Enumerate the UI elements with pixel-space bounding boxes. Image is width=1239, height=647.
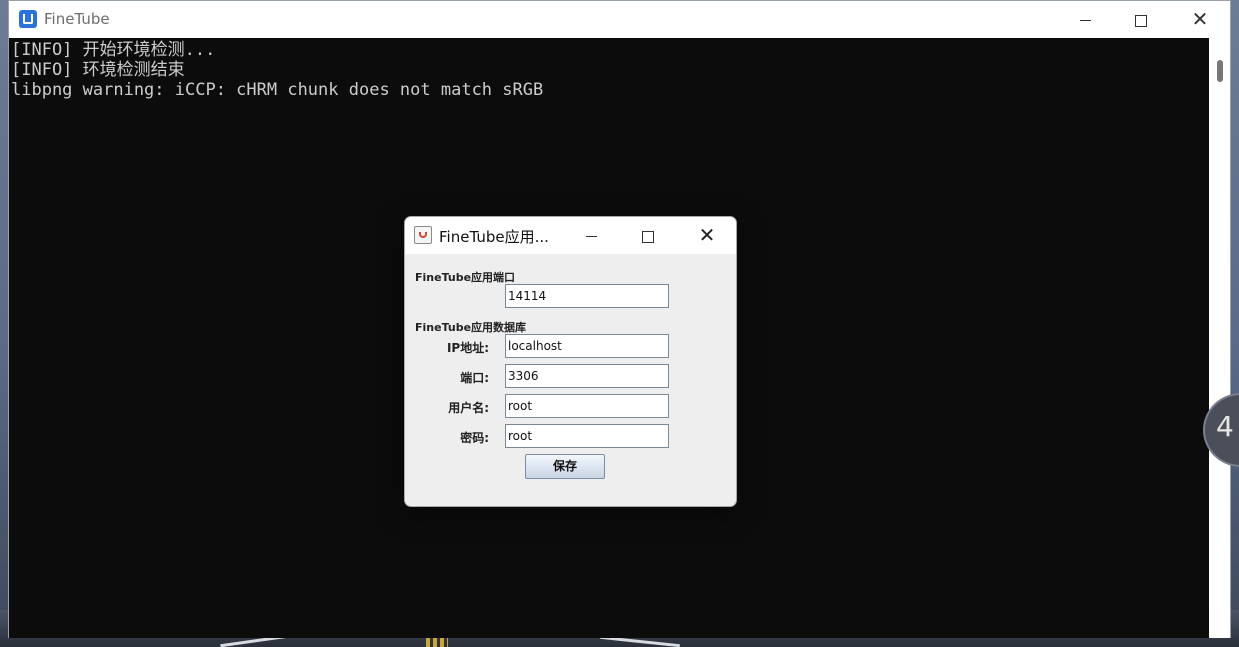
maximize-icon <box>642 230 654 243</box>
console-line: [INFO] 环境检测结束 <box>11 60 185 80</box>
save-button[interactable]: 保存 <box>525 454 605 479</box>
password-label: 密码: <box>460 431 489 445</box>
scroll-thumb[interactable] <box>1217 60 1223 82</box>
dialog-close-button[interactable]: ✕ <box>681 217 733 254</box>
ip-label: IP地址: <box>446 341 489 355</box>
console-line: [INFO] 开始环境检测... <box>11 40 216 60</box>
dialog-title: FineTube应用... <box>439 228 549 246</box>
dialog-titlebar[interactable]: FineTube应用... ✕ <box>405 217 736 254</box>
maximize-button[interactable] <box>1112 1 1170 38</box>
config-dialog: FineTube应用... ✕ FineTube应用端口 FineTube应用数… <box>404 216 737 507</box>
java-icon <box>414 226 432 244</box>
app-port-section-label: FineTube应用端口 <box>415 271 516 284</box>
database-section-label: FineTube应用数据库 <box>415 321 527 334</box>
maximize-icon <box>1135 14 1147 27</box>
console-scrollbar[interactable] <box>1209 38 1230 638</box>
close-icon: ✕ <box>698 223 716 247</box>
minimize-icon <box>585 236 597 237</box>
db-port-input[interactable] <box>505 364 669 388</box>
username-input[interactable] <box>505 394 669 418</box>
db-port-label: 端口: <box>460 371 489 385</box>
close-button[interactable]: ✕ <box>1171 1 1229 38</box>
floating-side-widget-label: 4 <box>1216 410 1234 443</box>
console-title: FineTube <box>44 10 110 28</box>
close-icon: ✕ <box>1191 7 1209 31</box>
dialog-maximize-button[interactable] <box>622 217 674 254</box>
minimize-button[interactable] <box>1056 1 1114 38</box>
finetube-app-icon <box>19 10 37 28</box>
username-label: 用户名: <box>448 401 489 415</box>
password-input[interactable] <box>505 424 669 448</box>
dialog-minimize-button[interactable] <box>565 217 617 254</box>
console-line: libpng warning: iCCP: cHRM chunk does no… <box>11 80 544 100</box>
app-port-input[interactable] <box>505 284 669 308</box>
ip-input[interactable] <box>505 334 669 358</box>
console-titlebar[interactable]: FineTube ✕ <box>9 1 1230 38</box>
minimize-icon <box>1079 20 1091 21</box>
